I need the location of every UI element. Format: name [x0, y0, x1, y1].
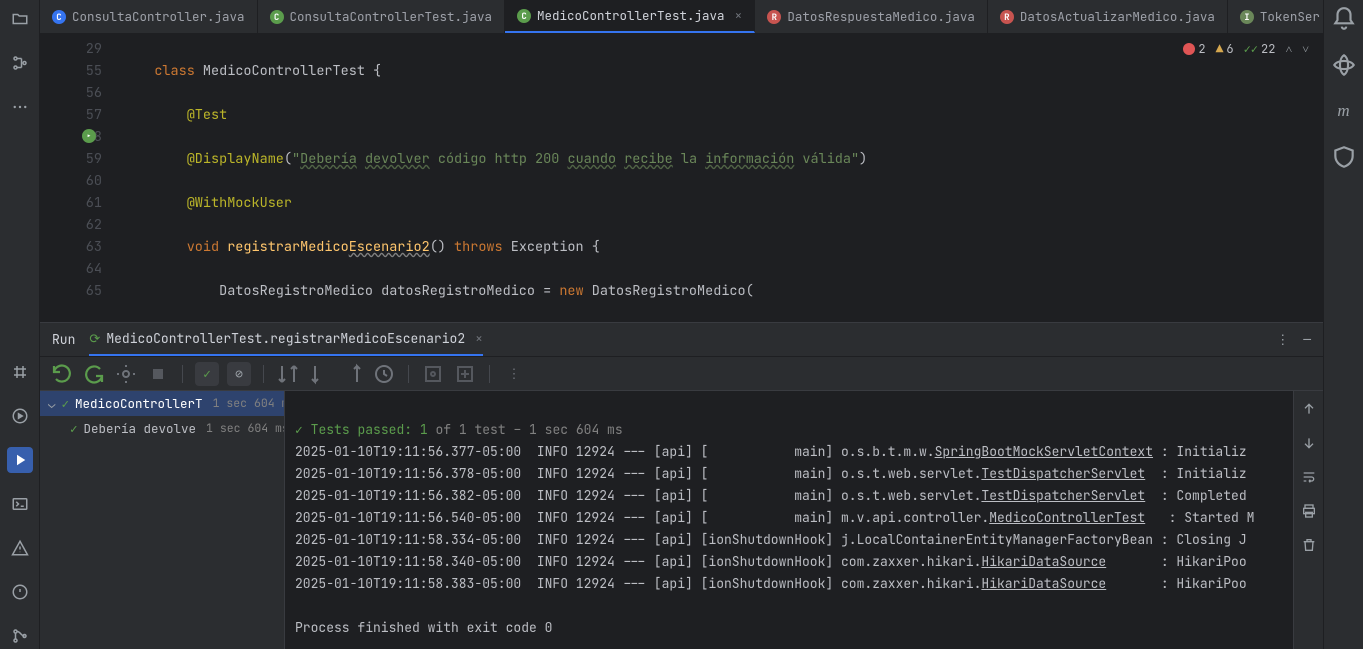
more-icon[interactable]	[7, 94, 33, 120]
tab-datosrespuestamedico[interactable]: R DatosRespuestaMedico.java	[755, 0, 988, 33]
code-area[interactable]: class MedicoControllerTest { @Test @Disp…	[130, 34, 1323, 322]
shield-icon[interactable]	[1331, 144, 1357, 170]
test-class-icon: C	[270, 10, 284, 24]
show-passed-button[interactable]: ✓	[195, 362, 219, 386]
console-wrapper: ✓ Tests passed: 1 of 1 test – 1 sec 604 …	[285, 391, 1323, 649]
clear-icon[interactable]	[1301, 537, 1317, 557]
test-tree-item[interactable]: ✓ Debería devolve 1 sec 604 ms	[40, 416, 284, 441]
run-config-label: MedicoControllerTest.registrarMedicoEsce…	[106, 330, 465, 347]
tab-label: ConsultaControllerTest.java	[290, 8, 493, 25]
toggle-auto-test-button[interactable]	[114, 362, 138, 386]
tab-datosactualizarmedico[interactable]: R DatosActualizarMedico.java	[988, 0, 1228, 33]
services-icon[interactable]	[7, 403, 33, 429]
check-icon: ✓	[295, 421, 311, 438]
maven-icon[interactable]: m	[1331, 98, 1357, 124]
notifications-icon[interactable]	[1331, 6, 1357, 32]
editor: 2 ▲6 ✓✓22 ˄ ˅ 29 55 56 57 ▸58 59 60 61 6…	[40, 34, 1323, 322]
inspection-indicators[interactable]: 2 ▲6 ✓✓22 ˄ ˅	[1183, 40, 1309, 57]
collapse-all-button[interactable]	[340, 362, 364, 386]
run-title: Run	[52, 331, 75, 348]
chevron-down-icon: ⌄	[48, 395, 56, 412]
rerun-button[interactable]	[50, 362, 74, 386]
rerun-failed-button[interactable]	[82, 362, 106, 386]
tab-tokenservice[interactable]: I TokenSer	[1228, 0, 1323, 33]
expand-all-button[interactable]	[308, 362, 332, 386]
tab-medicocontrollertest[interactable]: C MedicoControllerTest.java ×	[505, 0, 755, 33]
soft-wrap-icon[interactable]	[1301, 469, 1317, 489]
structure-icon[interactable]	[7, 50, 33, 76]
export-button[interactable]	[453, 362, 477, 386]
tab-label: TokenSer	[1260, 8, 1320, 25]
show-ignored-button[interactable]: ⊘	[227, 362, 251, 386]
tab-consultacontrollertest[interactable]: C ConsultaControllerTest.java	[258, 0, 506, 33]
tab-label: MedicoControllerTest.java	[537, 7, 725, 24]
terminal-icon[interactable]	[7, 491, 33, 517]
test-name: Debería devolve	[84, 420, 197, 437]
record-icon: R	[767, 10, 781, 24]
close-icon[interactable]: ×	[735, 7, 743, 24]
toolbar-more-icon[interactable]: ⋮	[502, 362, 526, 386]
stop-button[interactable]	[146, 362, 170, 386]
project-icon[interactable]	[7, 6, 33, 32]
tab-label: ConsultaController.java	[72, 8, 245, 25]
line-gutter: 29 55 56 57 ▸58 59 60 61 62 63 64 65	[40, 34, 130, 322]
test-duration: 1 sec 604 ms	[202, 421, 285, 436]
vcs-icon[interactable]	[7, 623, 33, 649]
run-panel-header: Run ⟳ MedicoControllerTest.registrarMedi…	[40, 323, 1323, 357]
minimize-icon[interactable]: —	[1303, 331, 1311, 348]
run-config-icon: ⟳	[89, 330, 100, 347]
editor-tabs: C ConsultaController.java C ConsultaCont…	[40, 0, 1323, 34]
scroll-up-icon[interactable]	[1301, 401, 1317, 421]
run-tool-icon[interactable]	[7, 447, 33, 473]
test-class-icon: C	[517, 9, 531, 23]
run-toolbar: ✓ ⊘ ⋮	[40, 357, 1323, 391]
left-activity-bar	[0, 0, 40, 649]
interface-icon: I	[1240, 10, 1254, 24]
test-duration: 1 sec 604 ms	[209, 396, 285, 411]
run-options-icon[interactable]: ⋮	[1276, 331, 1289, 348]
check-icon: ✓	[70, 420, 78, 437]
sort-button[interactable]	[276, 362, 300, 386]
print-icon[interactable]	[1301, 503, 1317, 523]
run-gutter-icon[interactable]: ▸	[82, 129, 96, 143]
test-tree-root[interactable]: ⌄ ✓ MedicoControllerT 1 sec 604 ms	[40, 391, 284, 416]
error-indicator[interactable]: 2	[1183, 41, 1205, 57]
close-icon[interactable]: ×	[475, 330, 483, 347]
warning-indicator[interactable]: ▲6	[1216, 40, 1234, 57]
event-log-icon[interactable]	[7, 579, 33, 605]
check-icon: ✓	[62, 395, 70, 412]
test-tree: ⌄ ✓ MedicoControllerT 1 sec 604 ms ✓ Deb…	[40, 391, 285, 649]
problems-icon[interactable]	[7, 535, 33, 561]
main-column: C ConsultaController.java C ConsultaCont…	[40, 0, 1323, 649]
build-icon[interactable]	[7, 359, 33, 385]
chevron-up-icon[interactable]: ˄	[1285, 41, 1292, 57]
run-config-tab[interactable]: ⟳ MedicoControllerTest.registrarMedicoEs…	[89, 323, 483, 356]
chevron-down-icon[interactable]: ˅	[1302, 41, 1309, 57]
ok-indicator[interactable]: ✓✓22	[1244, 41, 1276, 57]
tab-label: DatosActualizarMedico.java	[1020, 8, 1215, 25]
right-activity-bar: m	[1323, 0, 1363, 649]
run-panel: Run ⟳ MedicoControllerTest.registrarMedi…	[40, 322, 1323, 649]
tab-label: DatosRespuestaMedico.java	[787, 8, 975, 25]
history-button[interactable]	[372, 362, 396, 386]
console-side-toolbar	[1293, 391, 1323, 649]
import-button[interactable]	[421, 362, 445, 386]
tab-consultacontroller[interactable]: C ConsultaController.java	[40, 0, 258, 33]
scroll-down-icon[interactable]	[1301, 435, 1317, 455]
ai-icon[interactable]	[1331, 52, 1357, 78]
test-class-name: MedicoControllerT	[75, 395, 203, 412]
record-icon: R	[1000, 10, 1014, 24]
class-icon: C	[52, 10, 66, 24]
test-console[interactable]: ✓ Tests passed: 1 of 1 test – 1 sec 604 …	[285, 391, 1293, 649]
